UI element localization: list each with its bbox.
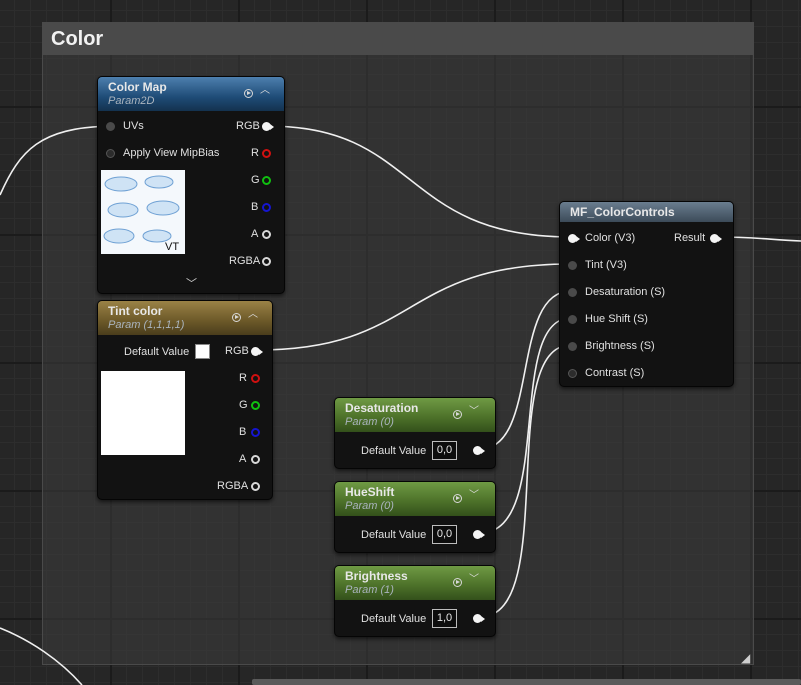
output-label-rgba: RGBA xyxy=(229,255,261,267)
input-label-color: Color (V3) xyxy=(585,232,636,244)
hueshift-node[interactable]: HueShift Param (0) ﹀ Default Value 0,0 xyxy=(334,481,496,553)
output-label-a: A xyxy=(251,228,259,240)
input-label-tint: Tint (V3) xyxy=(585,259,627,271)
virtual-texture-label: VT xyxy=(165,241,180,253)
output-label-r: R xyxy=(251,147,259,159)
preview-toggle-icon[interactable] xyxy=(453,494,462,503)
color-map-node[interactable]: Color Map Param2D ︿ UVs Apply View MipBi… xyxy=(97,76,285,294)
hueshift-header[interactable]: HueShift Param (0) ﹀ xyxy=(335,482,495,516)
default-value-input[interactable]: 1,0 xyxy=(432,609,457,628)
input-label-desaturation: Desaturation (S) xyxy=(585,286,666,298)
output-pin-r[interactable] xyxy=(251,374,260,383)
default-value-input[interactable]: 0,0 xyxy=(432,441,457,460)
output-label-b: B xyxy=(239,426,247,438)
mf-color-controls-header[interactable]: MF_ColorControls xyxy=(560,202,733,222)
mf-color-controls-node[interactable]: MF_ColorControls Color (V3) Result Tint … xyxy=(559,201,734,387)
wire-bottom-left xyxy=(0,627,83,685)
desaturation-header[interactable]: Desaturation Param (0) ﹀ xyxy=(335,398,495,432)
output-label-rgb: RGB xyxy=(225,345,249,357)
tint-color-node[interactable]: Tint color Param (1,1,1,1) ︿ Default Val… xyxy=(97,300,273,500)
preview-toggle-icon[interactable] xyxy=(453,410,462,419)
input-label-uvs: UVs xyxy=(123,120,144,132)
desaturation-node[interactable]: Desaturation Param (0) ﹀ Default Value 0… xyxy=(334,397,496,469)
default-value-label: Default Value xyxy=(361,613,427,625)
collapse-up-icon[interactable]: ︿ xyxy=(247,309,259,321)
input-pin-uvs[interactable] xyxy=(106,122,115,131)
pin-arrow-icon xyxy=(259,349,263,355)
default-value-label: Default Value xyxy=(361,529,427,541)
pin-arrow-icon xyxy=(718,236,722,242)
brightness-node[interactable]: Brightness Param (1) ﹀ Default Value 1,0 xyxy=(334,565,496,637)
wire-colormap-rgb-to-color xyxy=(267,125,572,238)
pin-arrow-icon xyxy=(481,448,485,454)
expand-down-icon[interactable]: ﹀ xyxy=(468,574,480,586)
output-pin-a[interactable] xyxy=(262,230,271,239)
output-label-g: G xyxy=(251,174,260,186)
expand-down-icon[interactable]: ﹀ xyxy=(186,275,197,291)
node-subtitle: Param2D xyxy=(108,95,155,107)
expand-down-icon[interactable]: ﹀ xyxy=(468,490,480,502)
color-preview xyxy=(101,371,185,455)
input-pin-tint[interactable] xyxy=(568,261,577,270)
wire-tint-rgb-to-tint xyxy=(256,263,572,351)
output-label-a: A xyxy=(239,453,247,465)
output-pin-b[interactable] xyxy=(262,203,271,212)
texture-preview: VT xyxy=(101,170,185,254)
output-pin-r[interactable] xyxy=(262,149,271,158)
output-pin-b[interactable] xyxy=(251,428,260,437)
input-label-contrast: Contrast (S) xyxy=(585,367,645,379)
wire-uvs-in xyxy=(0,125,110,196)
default-value-label: Default Value xyxy=(361,445,427,457)
output-label-rgba: RGBA xyxy=(217,480,249,492)
pin-arrow-icon xyxy=(576,236,580,242)
tint-color-header[interactable]: Tint color Param (1,1,1,1) ︿ xyxy=(98,301,272,335)
brightness-header[interactable]: Brightness Param (1) ﹀ xyxy=(335,566,495,600)
output-pin-rgba[interactable] xyxy=(262,257,271,266)
default-value-label: Default Value xyxy=(124,346,190,358)
expand-down-icon[interactable]: ﹀ xyxy=(468,406,480,418)
output-pin-g[interactable] xyxy=(251,401,260,410)
input-label-hue-shift: Hue Shift (S) xyxy=(585,313,648,325)
output-label-g: G xyxy=(239,399,248,411)
node-title: Color Map xyxy=(108,80,167,94)
input-pin-mipbias[interactable] xyxy=(106,149,115,158)
pin-arrow-icon xyxy=(270,124,274,130)
pin-arrow-icon xyxy=(481,532,485,538)
output-label-b: B xyxy=(251,201,259,213)
input-pin-hue-shift[interactable] xyxy=(568,315,577,324)
output-label-r: R xyxy=(239,372,247,384)
input-pin-desaturation[interactable] xyxy=(568,288,577,297)
input-label-brightness: Brightness (S) xyxy=(585,340,655,352)
input-label-mipbias: Apply View MipBias xyxy=(123,147,220,159)
output-pin-a[interactable] xyxy=(251,455,260,464)
color-map-header[interactable]: Color Map Param2D ︿ xyxy=(98,77,284,111)
output-label-result: Result xyxy=(674,232,706,244)
collapse-up-icon[interactable]: ︿ xyxy=(259,85,271,97)
color-swatch[interactable] xyxy=(195,344,210,359)
output-label-rgb: RGB xyxy=(236,120,260,132)
preview-toggle-icon[interactable] xyxy=(453,578,462,587)
default-value-input[interactable]: 0,0 xyxy=(432,525,457,544)
node-title: MF_ColorControls xyxy=(570,205,675,219)
preview-toggle-icon[interactable] xyxy=(244,89,253,98)
input-pin-contrast[interactable] xyxy=(568,369,577,378)
output-pin-rgba[interactable] xyxy=(251,482,260,491)
input-pin-brightness[interactable] xyxy=(568,342,577,351)
pin-arrow-icon xyxy=(481,616,485,622)
output-pin-g[interactable] xyxy=(262,176,271,185)
preview-toggle-icon[interactable] xyxy=(232,313,241,322)
